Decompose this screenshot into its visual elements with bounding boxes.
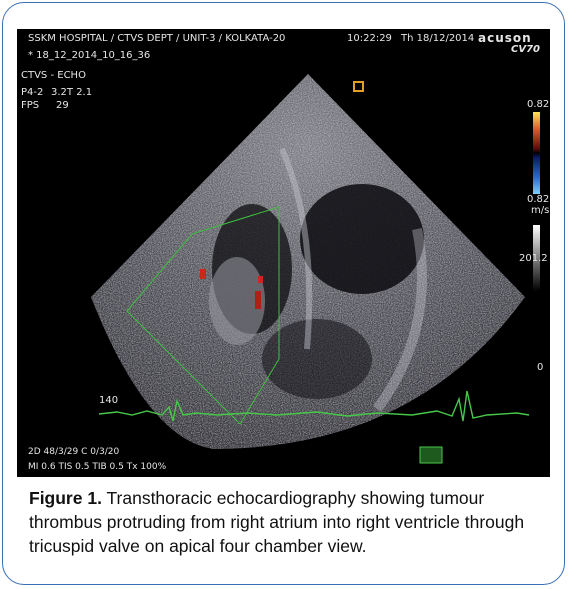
time-text: 10:22:29 [347, 33, 392, 44]
doppler-fleck [255, 291, 261, 309]
caption-label: Figure 1. [29, 488, 102, 508]
brand-logo: acuson [478, 31, 532, 45]
scale-unit-text: m/s [531, 205, 550, 216]
probe-icon [419, 446, 443, 464]
heart-rate-text: 140 [99, 395, 119, 406]
doppler-fleck [200, 269, 206, 279]
ultrasound-sector [91, 74, 540, 464]
echocardiogram-image: SSKM HOSPITAL / CTVS DEPT / UNIT-3 / KOL… [17, 29, 550, 477]
params-line-2: MI 0.6 TIS 0.5 TIB 0.5 Tx 100% [28, 462, 167, 472]
fps-value: 29 [56, 100, 69, 111]
fps-label: FPS [21, 100, 40, 111]
gray-value-text: 201.2 [519, 253, 548, 264]
scale-bottom-text: 0.82 [527, 194, 550, 205]
figure-caption: Figure 1. Transthoracic echocardiography… [29, 486, 549, 558]
params-line-1: 2D 48/3/29 C 0/3/20 [28, 447, 120, 457]
probe-value: 3.2T 2.1 [51, 87, 93, 98]
scale-top-text: 0.82 [527, 99, 550, 110]
orientation-mark [353, 81, 364, 92]
caption-text: Transthoracic echocardiography showing t… [29, 488, 525, 556]
study-id-text: * 18_12_2014_10_16_36 [28, 50, 151, 61]
depth-marker-text: 0 [537, 362, 544, 373]
date-text: Th 18/12/2014 [401, 33, 475, 44]
probe-label: P4-2 [21, 87, 44, 98]
exam-text: CTVS - ECHO [21, 70, 86, 81]
header-text: SSKM HOSPITAL / CTVS DEPT / UNIT-3 / KOL… [28, 33, 286, 44]
model-text: CV70 [511, 44, 540, 55]
doppler-fleck [258, 276, 263, 283]
velocity-colorbar [533, 112, 540, 194]
